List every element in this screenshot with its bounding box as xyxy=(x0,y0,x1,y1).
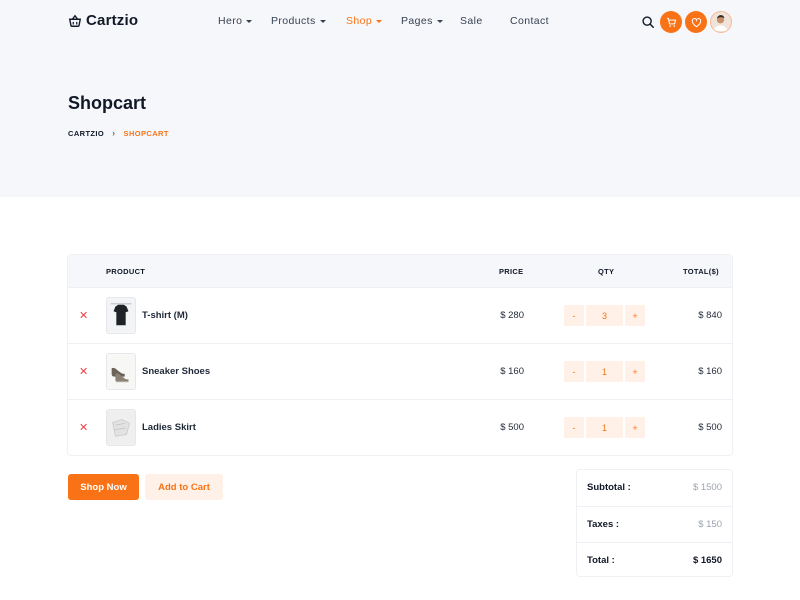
summary-taxes-row: Taxes : $ 150 xyxy=(577,506,732,542)
cart-table: PRODUCT PRICE QTY TOTAL($) ✕ T-shirt (M)… xyxy=(67,254,733,456)
nav-label: Shop xyxy=(346,15,373,27)
cart-icon xyxy=(666,17,676,27)
table-row: ✕ T-shirt (M) $ 280 - 3 + $ 840 xyxy=(68,287,732,343)
search-icon[interactable] xyxy=(641,15,655,29)
nav-item-shop[interactable]: Shop xyxy=(346,15,383,27)
logo[interactable]: Cartzio xyxy=(68,12,138,29)
decrease-qty-button[interactable]: - xyxy=(564,305,584,326)
column-header-product: PRODUCT xyxy=(106,267,146,276)
skirt-icon xyxy=(107,410,135,445)
wishlist-button[interactable] xyxy=(685,11,707,33)
product-price: $ 500 xyxy=(500,422,524,433)
summary-subtotal-row: Subtotal : $ 1500 xyxy=(577,470,732,506)
nav-label: Pages xyxy=(401,15,433,27)
nav-label: Sale xyxy=(460,15,483,27)
taxes-value: $ 150 xyxy=(698,519,722,530)
nav-item-products[interactable]: Products xyxy=(271,15,326,27)
caret-down-icon xyxy=(246,20,253,23)
nav-item-hero[interactable]: Hero xyxy=(218,15,253,27)
decrease-qty-button[interactable]: - xyxy=(564,361,584,382)
quantity-input[interactable]: 3 xyxy=(586,305,623,326)
breadcrumb-current: SHOPCART xyxy=(123,128,169,138)
taxes-label: Taxes : xyxy=(587,519,620,530)
shop-now-button[interactable]: Shop Now xyxy=(68,474,139,500)
increase-qty-button[interactable]: + xyxy=(625,417,645,438)
order-summary: Subtotal : $ 1500 Taxes : $ 150 Total : … xyxy=(576,469,733,577)
cart-table-header: PRODUCT PRICE QTY TOTAL($) xyxy=(68,255,732,288)
quantity-stepper: - 1 + xyxy=(564,361,645,382)
nav-label: Products xyxy=(271,15,316,27)
decrease-qty-button[interactable]: - xyxy=(564,417,584,438)
breadcrumb-home[interactable]: CARTZIO xyxy=(68,129,104,138)
sneaker-icon xyxy=(107,354,135,389)
increase-qty-button[interactable]: + xyxy=(625,305,645,326)
nav-item-sale[interactable]: Sale xyxy=(460,15,483,27)
column-header-price: PRICE xyxy=(499,267,524,276)
nav-label: Contact xyxy=(510,15,549,27)
product-price: $ 280 xyxy=(500,310,524,321)
subtotal-value: $ 1500 xyxy=(692,482,722,493)
nav-item-contact[interactable]: Contact xyxy=(510,15,549,27)
increase-qty-button[interactable]: + xyxy=(625,361,645,382)
caret-down-icon xyxy=(319,20,326,23)
avatar[interactable] xyxy=(710,11,732,33)
cart-button[interactable] xyxy=(660,11,682,33)
subtotal-label: Subtotal : xyxy=(587,482,631,493)
tshirt-icon xyxy=(107,298,135,333)
navbar: Cartzio Hero Products Shop Pages Sale Co… xyxy=(0,0,800,44)
caret-down-icon xyxy=(436,20,443,23)
quantity-stepper: - 1 + xyxy=(564,417,645,438)
breadcrumb: CARTZIO › SHOPCART xyxy=(68,128,169,138)
row-total: $ 500 xyxy=(698,422,722,433)
heart-icon xyxy=(691,17,701,27)
remove-item-button[interactable]: ✕ xyxy=(79,309,88,322)
add-to-cart-button[interactable]: Add to Cart xyxy=(145,474,223,500)
remove-item-button[interactable]: ✕ xyxy=(79,365,88,378)
nav-item-pages[interactable]: Pages xyxy=(401,15,443,27)
total-value: $ 1650 xyxy=(692,555,722,566)
product-thumbnail[interactable] xyxy=(106,409,136,446)
row-total: $ 160 xyxy=(698,366,722,377)
product-name[interactable]: Ladies Skirt xyxy=(142,422,196,433)
total-label: Total : xyxy=(587,555,615,566)
quantity-input[interactable]: 1 xyxy=(586,361,623,382)
product-thumbnail[interactable] xyxy=(106,353,136,390)
remove-item-button[interactable]: ✕ xyxy=(79,421,88,434)
product-name[interactable]: T-shirt (M) xyxy=(142,310,188,321)
caret-down-icon xyxy=(376,20,383,23)
table-row: ✕ Sneaker Shoes $ 160 - 1 + $ 160 xyxy=(68,343,732,399)
product-thumbnail[interactable] xyxy=(106,297,136,334)
row-total: $ 840 xyxy=(698,310,722,321)
product-price: $ 160 xyxy=(500,366,524,377)
breadcrumb-separator: › xyxy=(112,128,116,138)
logo-text: Cartzio xyxy=(86,12,139,29)
column-header-total: TOTAL($) xyxy=(683,267,719,276)
page-title: Shopcart xyxy=(68,93,147,113)
table-row: ✕ Ladies Skirt $ 500 - 1 + $ 500 xyxy=(68,399,732,455)
quantity-input[interactable]: 1 xyxy=(586,417,623,438)
column-header-qty: QTY xyxy=(598,267,615,276)
summary-total-row: Total : $ 1650 xyxy=(577,542,732,578)
user-avatar-icon xyxy=(711,12,730,31)
product-name[interactable]: Sneaker Shoes xyxy=(142,366,210,377)
basket-icon xyxy=(68,14,82,27)
nav-label: Hero xyxy=(218,15,243,27)
quantity-stepper: - 3 + xyxy=(564,305,645,326)
